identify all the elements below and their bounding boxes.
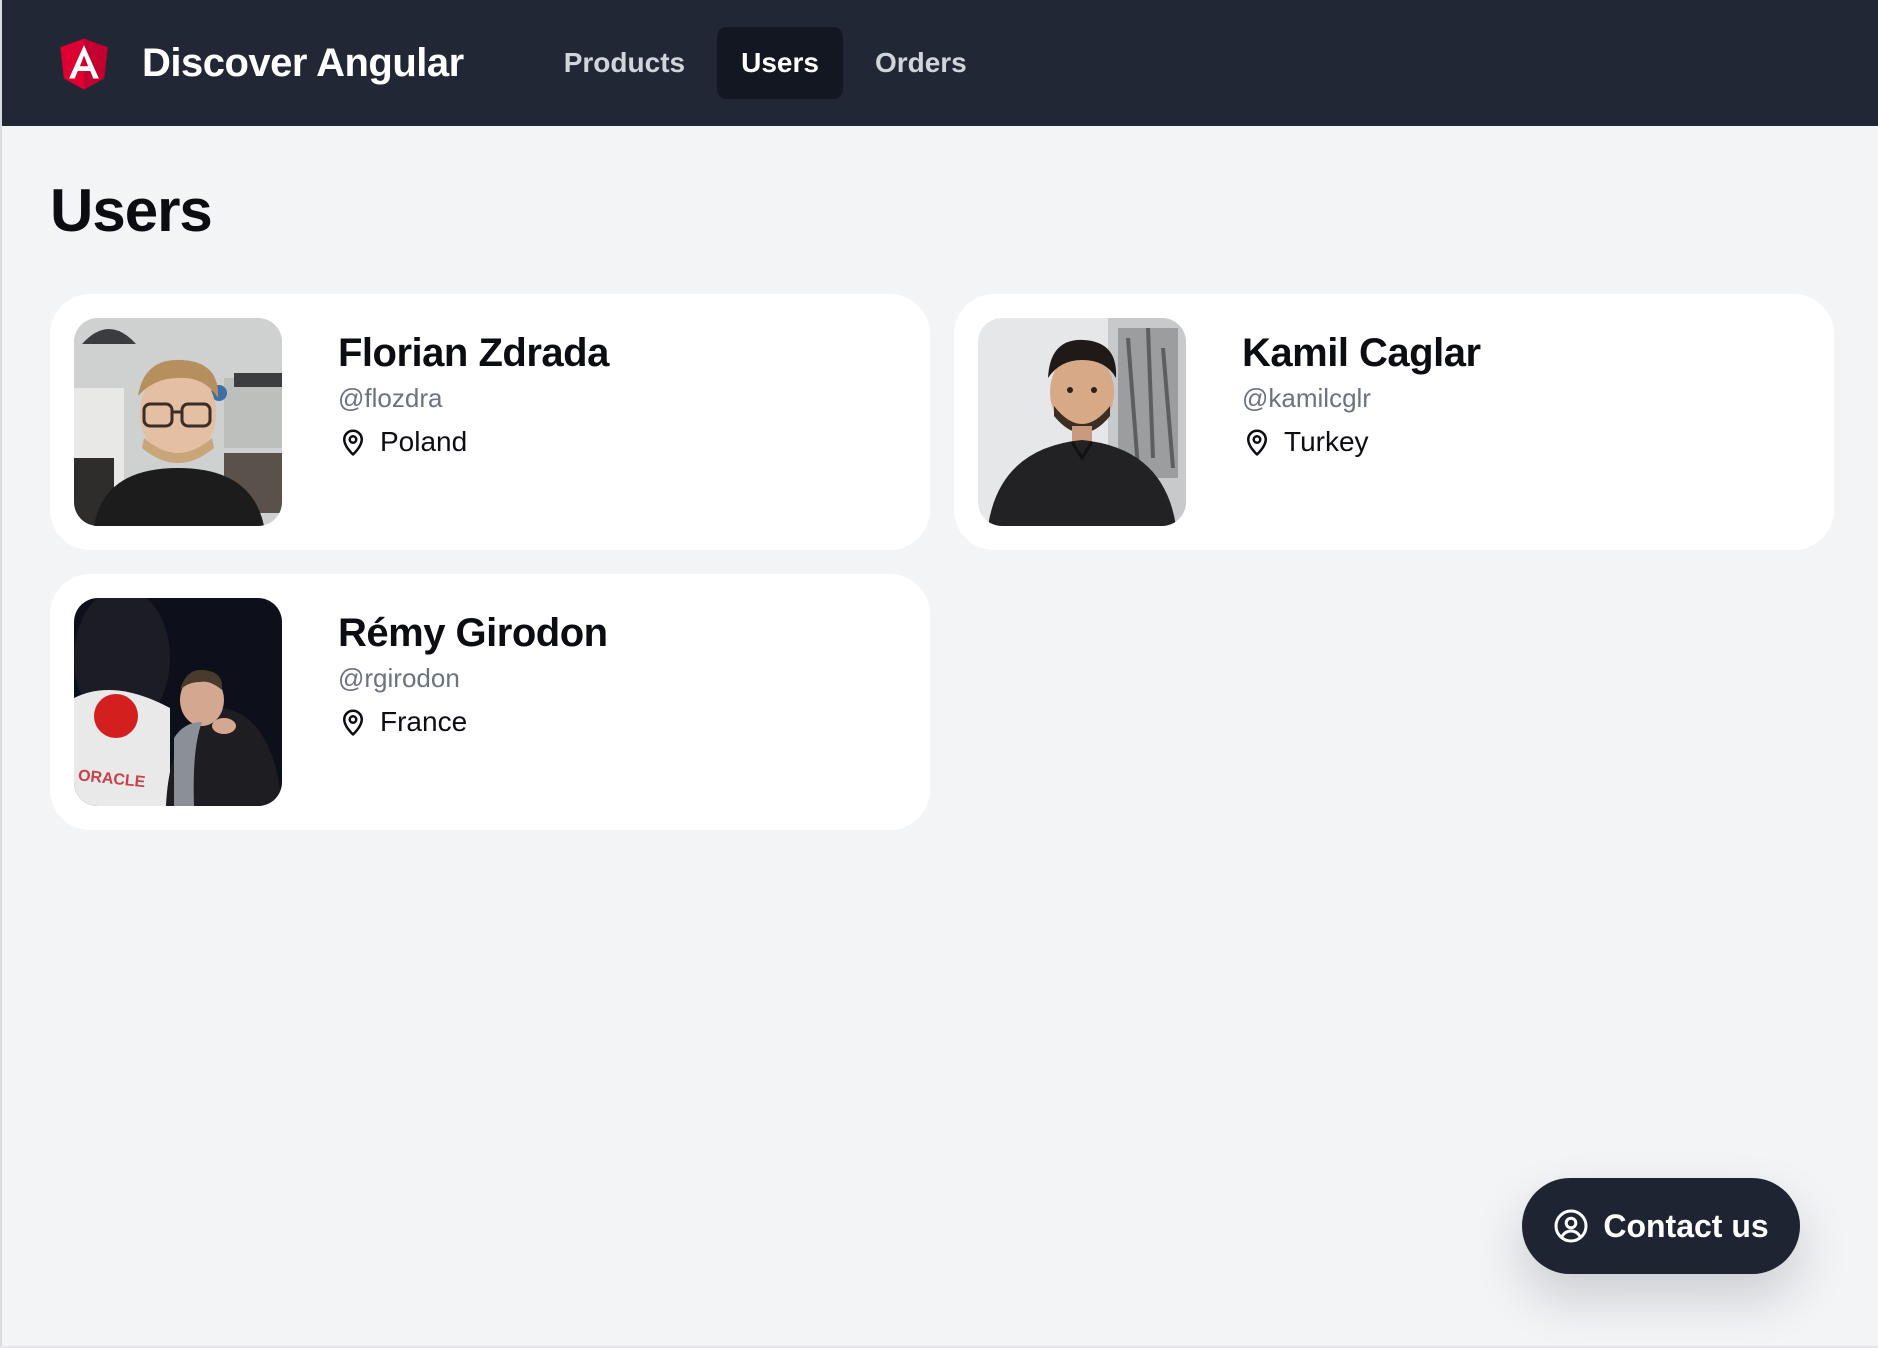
user-info: Kamil Caglar @kamilcglr Turkey [1242, 318, 1481, 458]
user-name: Kamil Caglar [1242, 331, 1481, 375]
app-title: Discover Angular [142, 40, 464, 85]
user-card[interactable]: ORACLE Rémy Girodon @rgirodon France [50, 574, 930, 830]
contact-us-label: Contact us [1603, 1207, 1769, 1244]
angular-logo-icon [60, 38, 108, 90]
main-nav: Products Users Orders [540, 27, 999, 99]
nav-item-users[interactable]: Users [717, 27, 843, 99]
nav-item-orders[interactable]: Orders [851, 27, 991, 99]
nav-item-products[interactable]: Products [540, 27, 709, 99]
user-card[interactable]: Florian Zdrada @flozdra Poland [50, 294, 930, 550]
user-info: Florian Zdrada @flozdra Poland [338, 318, 609, 458]
avatar [978, 318, 1186, 526]
contact-us-button[interactable]: Contact us [1522, 1178, 1800, 1274]
location-text: Turkey [1284, 426, 1369, 457]
map-pin-icon [1247, 429, 1267, 456]
user-name: Florian Zdrada [338, 331, 609, 375]
map-pin-icon [343, 709, 363, 736]
avatar [74, 318, 282, 526]
location-text: France [380, 706, 468, 737]
user-grid: Florian Zdrada @flozdra Poland Kamil Cag… [50, 294, 1834, 830]
user-handle: @rgirodon [338, 663, 460, 693]
location-text: Poland [380, 426, 468, 457]
user-location: Turkey [1242, 426, 1481, 458]
user-name: Rémy Girodon [338, 611, 608, 655]
user-info: Rémy Girodon @rgirodon France [338, 598, 608, 738]
top-navbar: Discover Angular Products Users Orders [2, 0, 1878, 126]
user-location: France [338, 706, 608, 738]
page-title: Users [50, 177, 213, 244]
brand[interactable]: Discover Angular [57, 34, 464, 92]
avatar: ORACLE [74, 598, 282, 806]
user-handle: @flozdra [338, 383, 443, 413]
window-edge [0, 0, 2, 1348]
user-location: Poland [338, 426, 609, 458]
user-card[interactable]: Kamil Caglar @kamilcglr Turkey [954, 294, 1834, 550]
user-handle: @kamilcglr [1242, 383, 1371, 413]
user-circle-icon [1554, 1209, 1588, 1243]
map-pin-icon [343, 429, 363, 456]
